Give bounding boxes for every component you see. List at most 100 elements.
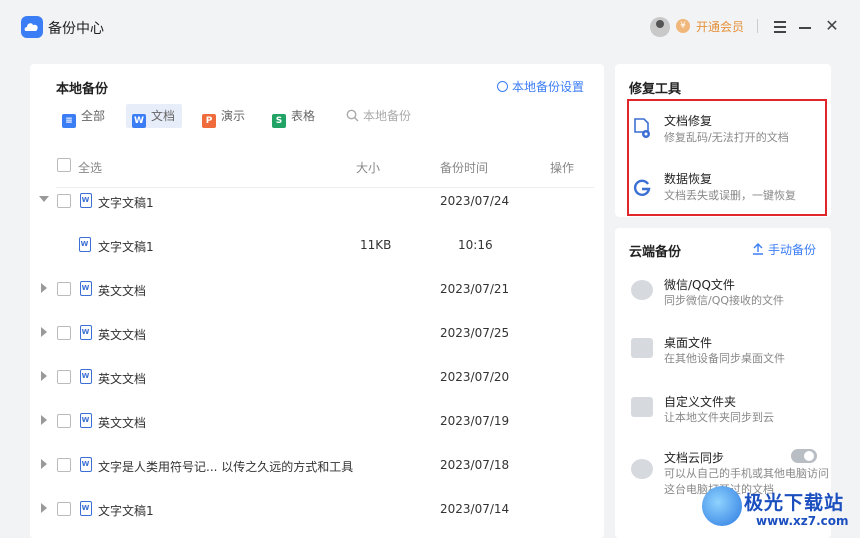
backup-time: 2023/07/19: [440, 414, 510, 428]
chevron-right-icon[interactable]: [41, 283, 47, 293]
wechat-qq-subtitle: 同步微信/QQ接收的文件: [664, 294, 785, 307]
file-name: 英文文档: [98, 372, 147, 386]
word-doc-icon: [80, 193, 92, 208]
word-doc-icon: [80, 325, 92, 340]
search-input[interactable]: 本地备份: [346, 104, 466, 128]
word-doc-icon: [79, 237, 91, 252]
row-checkbox[interactable]: [57, 194, 71, 208]
manual-backup-button[interactable]: 手动备份: [752, 241, 816, 258]
gear-icon: [497, 81, 508, 92]
select-all-checkbox[interactable]: [57, 158, 71, 172]
file-name: 文字是人类用符号记... 以传之久远的方式和工具: [98, 460, 354, 474]
word-icon: W: [132, 114, 146, 128]
chevron-right-icon[interactable]: [41, 371, 47, 381]
table-header: 全选 大小 备份时间 操作: [56, 158, 604, 175]
time-column-header: 备份时间: [440, 161, 489, 175]
app-logo-icon: [21, 16, 43, 38]
ppt-icon: P: [202, 114, 216, 128]
file-name: 文字文稿1: [98, 240, 154, 254]
title-divider: [757, 19, 758, 33]
minimize-icon[interactable]: [797, 16, 813, 36]
table-row[interactable]: 文字文稿1 2023/07/14: [30, 488, 604, 532]
row-checkbox[interactable]: [57, 414, 71, 428]
vip-icon[interactable]: ¥: [676, 19, 690, 33]
backup-time: 2023/07/24: [440, 194, 510, 208]
backup-time: 2023/07/25: [440, 326, 510, 340]
file-type-tabs: ≡ 全部 W 文档 P 演示 S 表格 本地备份: [56, 104, 596, 128]
doc-cloud-sync-title: 文档云同步: [664, 451, 725, 465]
cloud-backup-title: 云端备份: [629, 245, 682, 260]
chat-icon: [631, 280, 653, 300]
custom-folder-subtitle: 让本地文件夹同步到云: [664, 411, 774, 424]
table-row[interactable]: 英文文档 2023/07/25: [30, 312, 604, 356]
wechat-qq-title: 微信/QQ文件: [664, 278, 735, 292]
wechat-qq-files-item[interactable]: 微信/QQ文件 同步微信/QQ接收的文件: [615, 276, 831, 326]
cloud-upload-icon: [631, 459, 653, 479]
tab-label: 全部: [81, 109, 106, 123]
sheet-icon: S: [272, 114, 286, 128]
table-row[interactable]: 英文文档 2023/07/20: [30, 356, 604, 400]
folder-icon: [631, 397, 653, 417]
action-column-header: 操作: [550, 161, 575, 175]
repair-tools-title: 修复工具: [629, 82, 682, 97]
table-row[interactable]: 文字是人类用符号记... 以传之久远的方式和工具 2023/07/18: [30, 444, 604, 488]
tab-documents[interactable]: W 文档: [126, 104, 182, 128]
tab-presentations[interactable]: P 演示: [202, 104, 258, 128]
tab-all[interactable]: ≡ 全部: [62, 104, 118, 128]
chevron-right-icon[interactable]: [41, 459, 47, 469]
title-bar: 备份中心 ¥ 开通会员 ✕: [0, 0, 860, 54]
word-doc-icon: [80, 457, 92, 472]
row-checkbox[interactable]: [57, 370, 71, 384]
row-checkbox[interactable]: [57, 326, 71, 340]
tab-spreadsheets[interactable]: S 表格: [272, 104, 328, 128]
doc-cloud-sync-toggle[interactable]: [791, 449, 817, 463]
chevron-down-icon[interactable]: [39, 196, 49, 202]
table-row[interactable]: 文字文稿1 2023/07/24: [30, 180, 604, 224]
watermark-logo-icon: [702, 486, 742, 526]
file-name: 英文文档: [98, 284, 147, 298]
table-row[interactable]: 英文文档 2023/07/21: [30, 268, 604, 312]
backup-time: 2023/07/14: [440, 502, 510, 516]
vip-link[interactable]: 开通会员: [696, 18, 744, 35]
file-name: 文字文稿1: [98, 504, 154, 518]
word-doc-icon: [80, 281, 92, 296]
desktop-files-title: 桌面文件: [664, 336, 713, 350]
local-backup-panel: 本地备份 本地备份设置 ≡ 全部 W 文档 P 演示 S 表格 本地备份 全选 大小 备…: [30, 64, 604, 538]
table-row[interactable]: 英文文档 2023/07/19: [30, 400, 604, 444]
file-size: 11KB: [360, 238, 392, 252]
table-row-child[interactable]: 文字文稿1 11KB 10:16: [30, 224, 604, 268]
app-title: 备份中心: [48, 21, 104, 37]
upload-icon: [753, 243, 763, 255]
local-backup-title: 本地备份: [56, 82, 109, 97]
chevron-right-icon[interactable]: [41, 327, 47, 337]
tab-label: 表格: [291, 109, 316, 123]
watermark-url: www.xz7.com: [756, 514, 849, 528]
backup-time: 2023/07/21: [440, 282, 510, 296]
row-checkbox[interactable]: [57, 282, 71, 296]
tab-label: 演示: [221, 109, 246, 123]
close-icon[interactable]: ✕: [824, 17, 840, 35]
desktop-files-subtitle: 在其他设备同步桌面文件: [664, 352, 785, 365]
avatar[interactable]: [650, 17, 670, 37]
watermark-text: 极光下载站: [744, 492, 845, 514]
menu-icon[interactable]: [772, 16, 788, 36]
row-checkbox[interactable]: [57, 458, 71, 472]
local-backup-settings-link[interactable]: 本地备份设置: [497, 78, 584, 95]
select-all-label: 全选: [78, 161, 103, 175]
file-name: 英文文档: [98, 328, 147, 342]
backup-time: 2023/07/18: [440, 458, 510, 472]
backup-time: 10:16: [458, 238, 493, 252]
chevron-right-icon[interactable]: [41, 503, 47, 513]
word-doc-icon: [80, 413, 92, 428]
chevron-right-icon[interactable]: [41, 415, 47, 425]
search-icon: [346, 109, 359, 122]
search-placeholder: 本地备份: [363, 109, 412, 123]
custom-folder-item[interactable]: 自定义文件夹 让本地文件夹同步到云: [615, 393, 831, 443]
row-checkbox[interactable]: [57, 502, 71, 516]
custom-folder-title: 自定义文件夹: [664, 395, 737, 409]
desktop-files-item[interactable]: 桌面文件 在其他设备同步桌面文件: [615, 334, 831, 384]
manual-backup-label: 手动备份: [768, 243, 817, 257]
highlight-box: [627, 99, 827, 216]
size-column-header: 大小: [356, 161, 381, 175]
list-icon: ≡: [62, 114, 76, 128]
